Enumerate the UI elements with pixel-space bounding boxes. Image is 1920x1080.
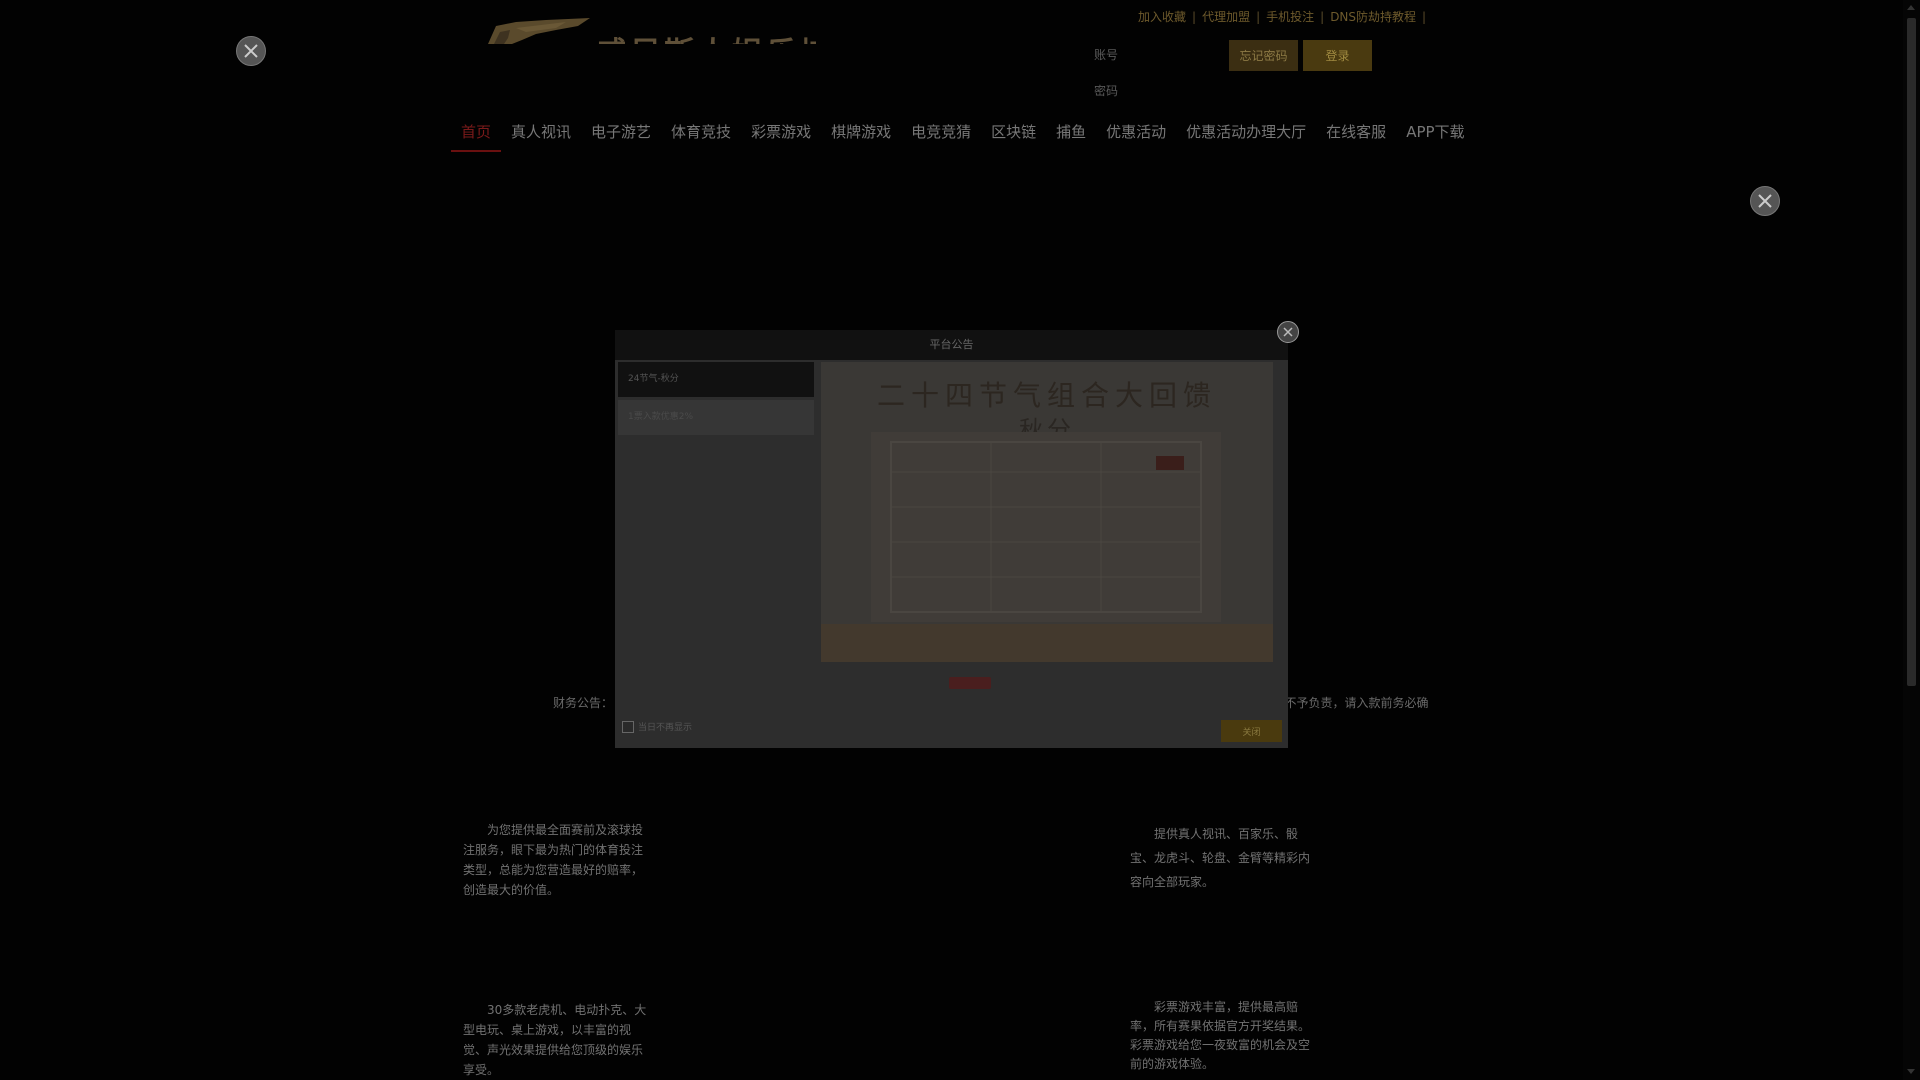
- notice-headline: 二十四节气组合大回馈: [876, 379, 1217, 412]
- notice-bottom-decor: [821, 624, 1273, 662]
- nav-item-esports[interactable]: 电竞竞猜: [901, 120, 981, 150]
- separator: |: [1256, 10, 1261, 24]
- password-input[interactable]: [1124, 78, 1230, 102]
- logo-emblem-icon: [488, 18, 590, 44]
- announcement-tabs: 24节气-秋分 1票入款优惠2%: [618, 362, 814, 672]
- nav-item-sports[interactable]: 体育竞技: [661, 120, 741, 150]
- link-dns-guide[interactable]: DNS防劫持教程: [1330, 10, 1416, 24]
- nav-item-app-download[interactable]: APP下载: [1396, 120, 1474, 150]
- nav-item-home[interactable]: 首页: [451, 120, 502, 152]
- right-float-close-button[interactable]: [1750, 186, 1780, 216]
- nav-item-live-video[interactable]: 真人视讯: [501, 120, 581, 150]
- link-mobile-bet[interactable]: 手机投注: [1266, 10, 1314, 24]
- notice-image: 二十四节气组合大回馈 秋分: [821, 362, 1273, 662]
- scroll-up-arrow[interactable]: [1907, 5, 1915, 10]
- slots-description: 30多款老虎机、电动扑克、大型电玩、桌上游戏，以丰富的视觉、声光效果提供给您顶级…: [463, 1003, 647, 1077]
- dont-show-label: 当日不再显示: [638, 723, 693, 733]
- tab-autumn-equinox[interactable]: 24节气-秋分: [618, 362, 814, 397]
- notice-badge: [1156, 456, 1184, 470]
- password-label: 密码: [1094, 84, 1119, 98]
- live-video-description: 提供真人视讯、百家乐、骰宝、龙虎斗、轮盘、金臂等精彩内容向全部玩家。: [1130, 827, 1311, 889]
- nav-item-fishing[interactable]: 捕鱼: [1046, 120, 1096, 150]
- forgot-password-button[interactable]: 忘记密码: [1229, 40, 1298, 71]
- nav-item-support[interactable]: 在线客服: [1316, 120, 1396, 150]
- scroll-thumb[interactable]: [1907, 18, 1916, 686]
- nav-item-cards[interactable]: 棋牌游戏: [821, 120, 901, 150]
- close-icon: [1283, 327, 1293, 337]
- dont-show-today: 当日不再显示: [622, 720, 692, 733]
- separator: |: [1320, 10, 1325, 24]
- separator: |: [1192, 10, 1197, 24]
- modal-close-x-button[interactable]: [1277, 321, 1299, 343]
- separator: |: [1422, 10, 1427, 24]
- modal-title: 平台公告: [615, 330, 1288, 360]
- nav-item-slots[interactable]: 电子游艺: [581, 120, 661, 150]
- lottery-description: 彩票游戏丰富，提供最高赔率，所有赛果依据官方开奖结果。彩票游戏给您一夜致富的机会…: [1130, 1000, 1311, 1071]
- logo-text: 威尼斯人娱乐城: [596, 28, 816, 44]
- announcement-modal: 平台公告 24节气-秋分 1票入款优惠2% 二十四节气组合大回馈 秋分 当日不再…: [615, 321, 1299, 748]
- close-icon: [1758, 194, 1772, 208]
- page-scrollbar[interactable]: [1903, 0, 1920, 1080]
- tab-deposit-bonus[interactable]: 1票入款优惠2%: [618, 400, 814, 435]
- modal-indicator: [949, 677, 991, 689]
- username-label: 账号: [1094, 48, 1119, 62]
- nav-item-blockchain[interactable]: 区块链: [981, 120, 1046, 150]
- logo[interactable]: 威尼斯人娱乐城: [486, 14, 816, 44]
- left-float-close-button[interactable]: [236, 36, 266, 66]
- sports-description: 为您提供最全面赛前及滚球投注服务，眼下最为热门的体育投注类型，总能为您营造最好的…: [463, 823, 644, 897]
- main-nav: 首页 真人视讯 电子游艺 体育竞技 彩票游戏 棋牌游戏 电竞竞猜 区块链 捕鱼 …: [451, 120, 1475, 152]
- scroll-down-arrow[interactable]: [1907, 1069, 1915, 1074]
- close-icon: [244, 44, 258, 58]
- login-button[interactable]: 登录: [1303, 40, 1372, 71]
- dont-show-checkbox[interactable]: [622, 720, 634, 733]
- link-add-favorite[interactable]: 加入收藏: [1138, 10, 1186, 24]
- top-links: 加入收藏 | 代理加盟 | 手机投注 | DNS防劫持教程 |: [1138, 8, 1432, 25]
- nav-item-promotions[interactable]: 优惠活动: [1096, 120, 1176, 150]
- nav-item-promo-hall[interactable]: 优惠活动办理大厅: [1176, 120, 1316, 150]
- username-input[interactable]: [1124, 42, 1230, 66]
- page: 威尼斯人娱乐城 加入收藏 | 代理加盟 | 手机投注 | DNS防劫持教程 | 账号 密码 忘…: [0, 0, 1903, 1080]
- nav-item-lottery[interactable]: 彩票游戏: [741, 120, 821, 150]
- link-agent-join[interactable]: 代理加盟: [1202, 10, 1250, 24]
- modal-close-button[interactable]: 关闭: [1221, 720, 1282, 742]
